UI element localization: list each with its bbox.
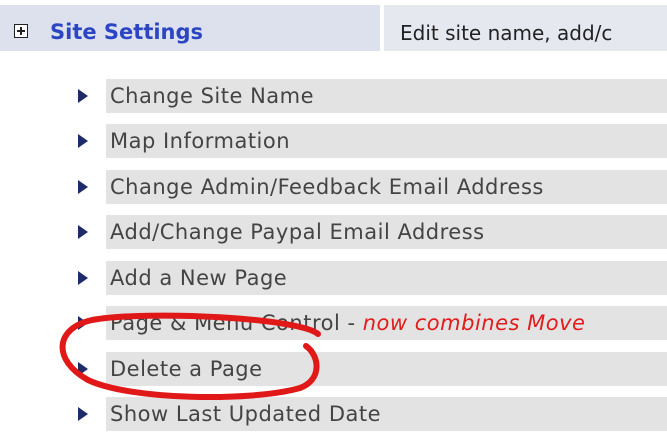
menu-item-change-admin-email[interactable]: Change Admin/Feedback Email Address <box>0 169 667 205</box>
menu-item-bar[interactable]: Add a New Page <box>106 261 667 295</box>
menu-item-bar[interactable]: Add/Change Paypal Email Address <box>106 215 667 249</box>
menu-item-label-text[interactable]: Page & Menu Control <box>110 311 340 335</box>
arrow-right-icon <box>78 180 88 194</box>
menu-item-label: Page & Menu Control - now combines Move <box>110 311 585 335</box>
menu-item-label[interactable]: Map Information <box>110 129 290 153</box>
menu-item-label[interactable]: Change Admin/Feedback Email Address <box>110 175 544 199</box>
menu-item-label[interactable]: Show Last Updated Date <box>110 402 381 426</box>
menu-item-note: now combines Move <box>362 311 586 335</box>
menu-item-change-site-name[interactable]: Change Site Name <box>0 78 667 114</box>
menu-item-bar[interactable]: Page & Menu Control - now combines Move <box>106 306 667 340</box>
menu-item-bar[interactable]: Change Site Name <box>106 79 667 113</box>
arrow-right-icon <box>78 225 88 239</box>
arrow-right-icon <box>78 316 88 330</box>
menu-item-bar[interactable]: Map Information <box>106 124 667 158</box>
menu-item-label[interactable]: Add a New Page <box>110 266 287 290</box>
section-title[interactable]: Site Settings <box>50 20 203 44</box>
menu-item-delete-page[interactable]: Delete a Page <box>0 351 667 387</box>
section-description-cell: Edit site name, add/c <box>384 5 667 51</box>
arrow-right-icon <box>78 271 88 285</box>
section-description: Edit site name, add/c <box>400 21 613 45</box>
site-settings-header: Site Settings Edit site name, add/c <box>0 0 667 60</box>
menu-item-map-information[interactable]: Map Information <box>0 123 667 159</box>
menu-item-paypal-email[interactable]: Add/Change Paypal Email Address <box>0 214 667 250</box>
plus-box-icon[interactable] <box>14 24 28 38</box>
menu-item-add-new-page[interactable]: Add a New Page <box>0 260 667 296</box>
menu-item-label[interactable]: Change Site Name <box>110 84 314 108</box>
label-separator: - <box>340 311 363 335</box>
menu-item-label[interactable]: Delete a Page <box>110 357 263 381</box>
menu-item-bar[interactable]: Change Admin/Feedback Email Address <box>106 170 667 204</box>
menu-item-bar[interactable]: Delete a Page <box>106 352 667 386</box>
arrow-right-icon <box>78 362 88 376</box>
section-header-cell[interactable]: Site Settings <box>0 5 380 51</box>
menu-item-label[interactable]: Add/Change Paypal Email Address <box>110 220 485 244</box>
arrow-right-icon <box>78 407 88 421</box>
arrow-right-icon <box>78 89 88 103</box>
menu-item-show-last-updated[interactable]: Show Last Updated Date <box>0 396 667 432</box>
menu-item-page-menu-control[interactable]: Page & Menu Control - now combines Move <box>0 305 667 341</box>
arrow-right-icon <box>78 134 88 148</box>
